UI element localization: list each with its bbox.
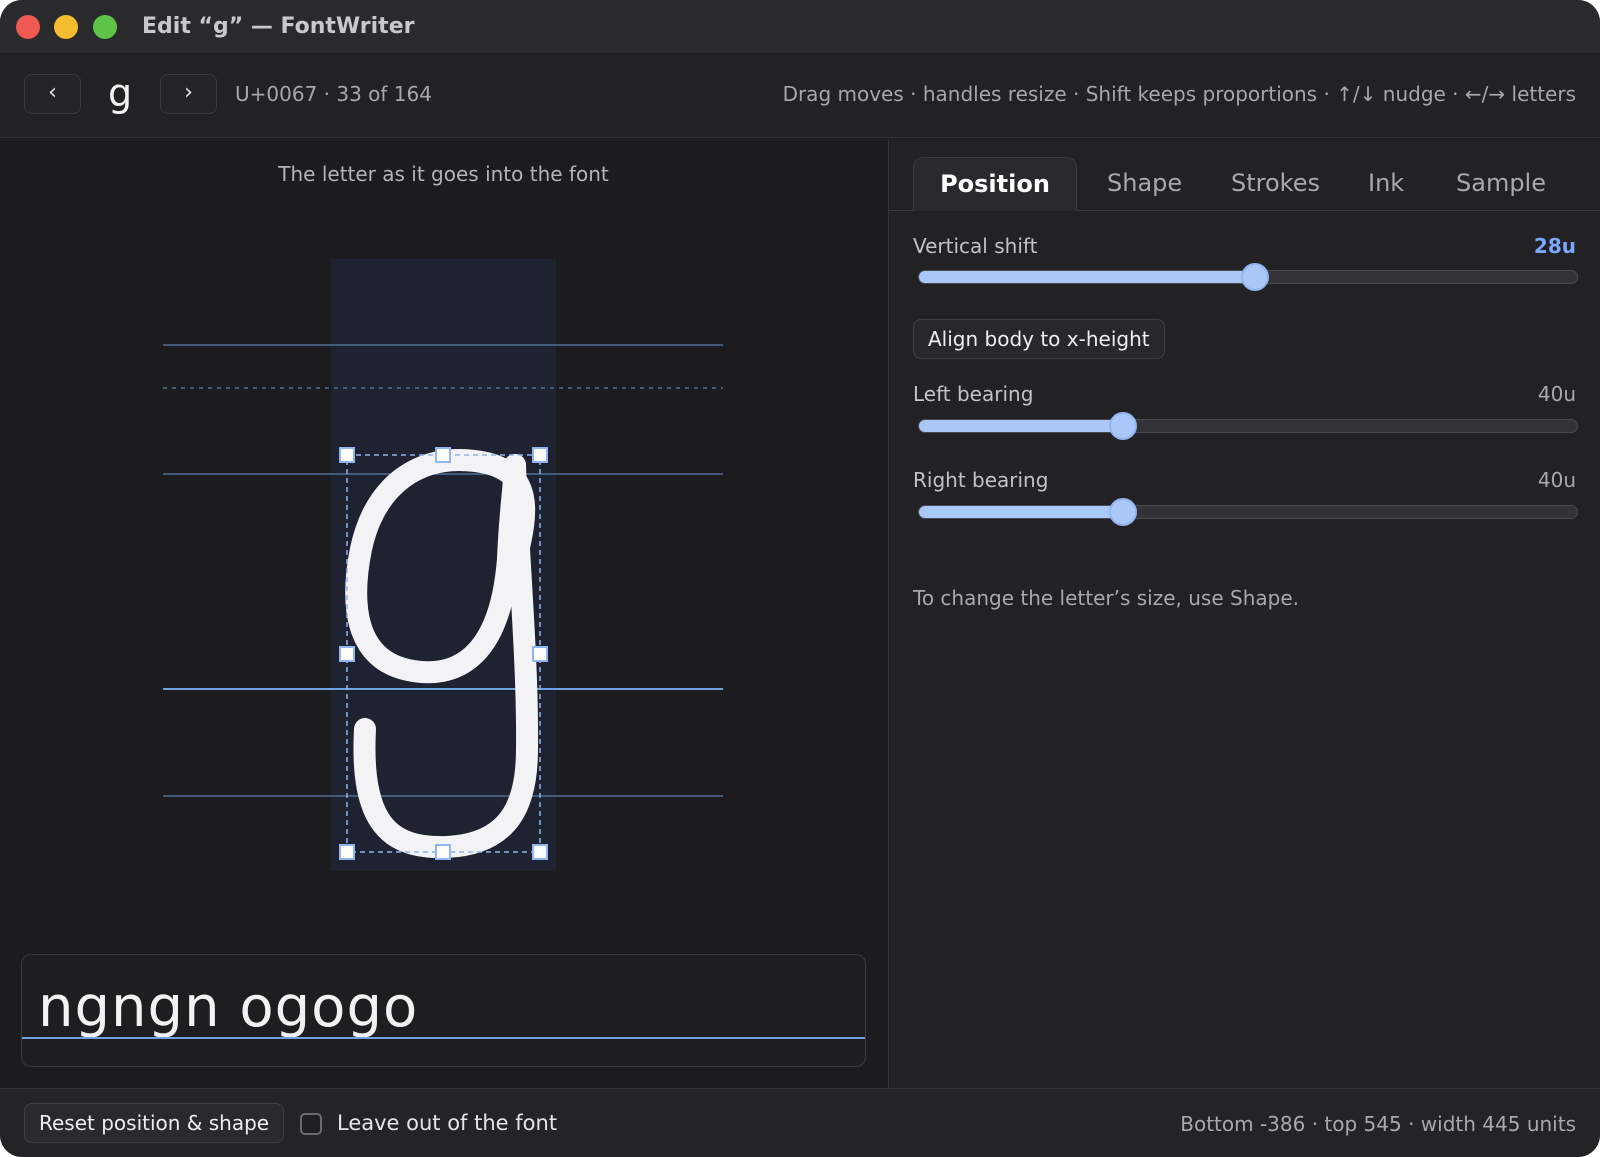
vertical-shift-fill: [919, 271, 1255, 283]
left-bearing-thumb[interactable]: [1108, 412, 1137, 440]
right-bearing-slider[interactable]: [918, 498, 1578, 526]
minimize-window-button[interactable]: [54, 15, 78, 39]
align-body-button[interactable]: Align body to x-height: [913, 319, 1165, 359]
glyph-metrics: Bottom -386 · top 545 · width 445 units: [1180, 1112, 1576, 1136]
previous-letter-button[interactable]: ‹: [24, 74, 81, 114]
leave-out-checkbox[interactable]: [300, 1113, 322, 1135]
left-bearing-value: 40u: [1537, 382, 1576, 406]
vertical-shift-value: 28u: [1533, 234, 1576, 258]
inspector-tabs: Position Shape Strokes Ink Sample: [889, 139, 1600, 211]
left-bearing-label: Left bearing: [913, 382, 1034, 406]
chevron-left-icon: ‹: [48, 80, 57, 105]
tab-sample[interactable]: Sample: [1456, 157, 1546, 211]
left-bearing-slider[interactable]: [918, 412, 1578, 440]
glyph-canvas[interactable]: [0, 139, 887, 939]
leave-out-label[interactable]: Leave out of the font: [337, 1111, 557, 1135]
glyph-editor-panel: The letter as it goes into the font ngng…: [0, 139, 887, 1088]
footer-bar: Reset position & shape Leave out of the …: [0, 1088, 1600, 1157]
right-bearing-value: 40u: [1537, 468, 1576, 492]
codepoint-info: U+0067 · 33 of 164: [235, 82, 432, 106]
right-bearing-label: Right bearing: [913, 468, 1049, 492]
resize-handle-top[interactable]: [435, 447, 451, 463]
resize-handle-bottom-right[interactable]: [532, 844, 548, 860]
right-bearing-fill: [919, 506, 1123, 518]
window-title: Edit “g” — FontWriter: [142, 14, 415, 39]
reset-position-shape-button[interactable]: Reset position & shape: [24, 1103, 285, 1143]
size-note: To change the letter’s size, use Shape.: [913, 586, 1299, 610]
sample-baseline: [22, 1037, 865, 1039]
app-window: Edit “g” — FontWriter ‹ g › U+0067 · 33 …: [0, 0, 1600, 1157]
title-bar: Edit “g” — FontWriter: [0, 0, 1600, 54]
vertical-shift-thumb[interactable]: [1240, 263, 1269, 291]
current-letter: g: [108, 71, 133, 115]
resize-handle-right[interactable]: [532, 646, 548, 662]
zoom-window-button[interactable]: [93, 15, 117, 39]
toolbar: ‹ g › U+0067 · 33 of 164 Drag moves · ha…: [0, 54, 1600, 138]
sample-preview-text: ngngn ogogo: [38, 975, 419, 1040]
resize-handle-top-left[interactable]: [339, 447, 355, 463]
close-window-button[interactable]: [16, 15, 40, 39]
tab-position[interactable]: Position: [913, 157, 1077, 211]
chevron-right-icon: ›: [184, 80, 193, 105]
next-letter-button[interactable]: ›: [160, 74, 217, 114]
vertical-shift-label: Vertical shift: [913, 234, 1038, 258]
resize-handle-left[interactable]: [339, 646, 355, 662]
tab-strokes[interactable]: Strokes: [1231, 157, 1320, 211]
resize-handle-bottom[interactable]: [435, 844, 451, 860]
vertical-shift-slider[interactable]: [918, 263, 1578, 291]
inspector-panel: Position Shape Strokes Ink Sample Vertic…: [888, 139, 1600, 1088]
tab-ink[interactable]: Ink: [1368, 157, 1404, 211]
keyboard-hints: Drag moves · handles resize · Shift keep…: [782, 82, 1576, 106]
resize-handle-top-right[interactable]: [532, 447, 548, 463]
tab-shape[interactable]: Shape: [1107, 157, 1182, 211]
sample-preview: ngngn ogogo: [21, 954, 866, 1067]
resize-handle-bottom-left[interactable]: [339, 844, 355, 860]
right-bearing-thumb[interactable]: [1108, 498, 1137, 526]
left-bearing-fill: [919, 420, 1123, 432]
